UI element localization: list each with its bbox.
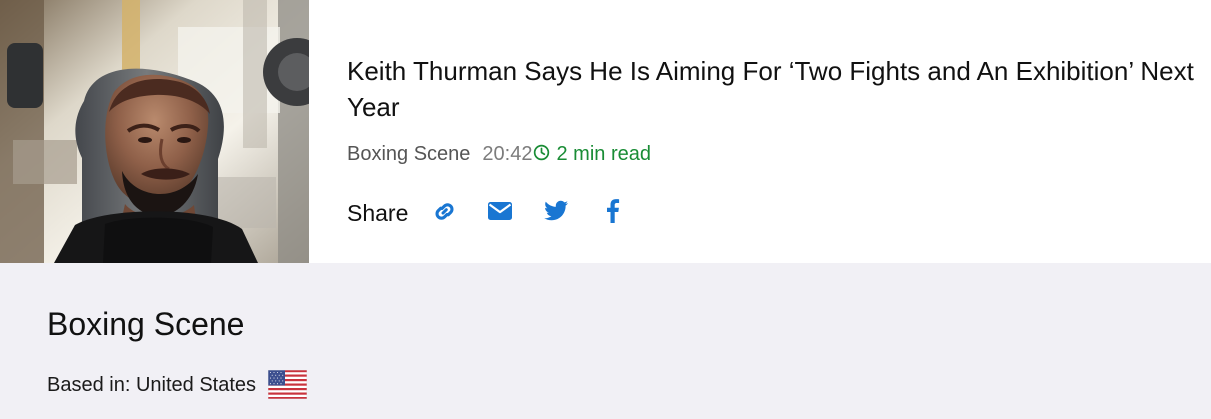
read-time-label: 2 min read (556, 142, 651, 165)
article-meta: Boxing Scene 20:42 2 min read (347, 140, 651, 168)
share-actions: Share (347, 191, 654, 231)
clock-icon (534, 144, 550, 160)
twitter-icon[interactable] (542, 197, 570, 225)
email-icon[interactable] (486, 197, 514, 225)
based-in-label: Based in: United States (47, 373, 257, 396)
article-summary[interactable]: Keith Thurman Says He Is Aiming For ‘Two… (0, 0, 1211, 263)
article-headline[interactable]: Keith Thurman Says He Is Aiming For ‘Two… (347, 53, 1207, 125)
news-article-card: Keith Thurman Says He Is Aiming For ‘Two… (0, 0, 1211, 419)
article-source[interactable]: Boxing Scene (347, 143, 470, 166)
facebook-icon[interactable] (598, 197, 626, 225)
boxer-photo-illustration (0, 0, 309, 263)
boxer-photo[interactable] (0, 0, 309, 263)
source-profile: Boxing Scene Based in: United States (0, 263, 1211, 419)
source-name[interactable]: Boxing Scene (47, 304, 244, 344)
source-location: Based in: United States (47, 369, 308, 399)
article-time: 20:42 (482, 142, 533, 165)
read-time: 2 min read (532, 143, 651, 166)
link-icon[interactable] (430, 197, 458, 225)
us-flag-icon (268, 369, 308, 399)
article-content[interactable]: Keith Thurman Says He Is Aiming For ‘Two… (347, 53, 1207, 226)
share-label: Share (347, 200, 409, 226)
